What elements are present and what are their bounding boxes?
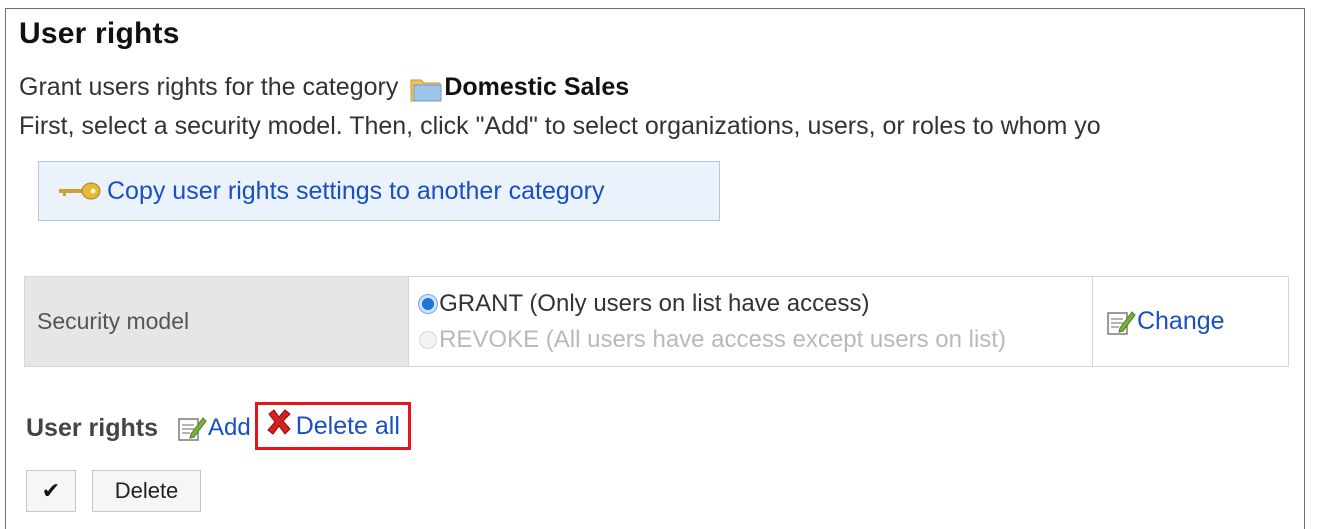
grant-radio[interactable] xyxy=(419,294,438,313)
delete-all-label: Delete all xyxy=(295,411,400,440)
folder-icon xyxy=(410,76,442,102)
add-link-label: Add xyxy=(207,414,251,441)
revoke-option: REVOKE (All users have access except use… xyxy=(419,322,1092,358)
page-title: User rights xyxy=(19,17,180,50)
user-rights-heading: User rights xyxy=(26,413,158,442)
grant-option[interactable]: GRANT (Only users on list have access) xyxy=(419,286,1092,322)
category-name: Domestic Sales xyxy=(444,73,630,101)
grant-option-label: GRANT (Only users on list have access) xyxy=(439,289,870,317)
security-model-table: Security model GRANT (Only users on list… xyxy=(23,276,1290,367)
user-rights-toolbar: User rights Add Delete all xyxy=(26,402,411,452)
security-model-label: Security model xyxy=(23,276,410,367)
x-icon xyxy=(266,409,291,435)
edit-icon xyxy=(178,417,207,441)
instructions-text: First, select a security model. Then, cl… xyxy=(19,112,1101,140)
check-all-button[interactable]: ✔ xyxy=(26,470,76,512)
key-icon xyxy=(59,182,101,200)
delete-all-link[interactable]: Delete all xyxy=(254,402,411,450)
copy-user-rights-button[interactable]: Copy user rights settings to another cat… xyxy=(38,161,720,221)
copy-user-rights-label: Copy user rights settings to another cat… xyxy=(107,176,605,205)
delete-button[interactable]: Delete xyxy=(92,470,201,512)
intro-text: Grant users rights for the category xyxy=(19,73,399,101)
change-link-label: Change xyxy=(1136,307,1225,335)
add-link[interactable]: Add xyxy=(176,414,251,442)
security-model-options: GRANT (Only users on list have access) R… xyxy=(408,276,1093,367)
revoke-radio xyxy=(419,330,438,349)
content-panel: User rights Grant users rights for the c… xyxy=(5,8,1305,529)
change-link[interactable]: Change xyxy=(1105,307,1288,336)
edit-icon xyxy=(1107,310,1136,335)
intro-line: Grant users rights for the category Dome… xyxy=(19,73,629,102)
revoke-option-label: REVOKE (All users have access except use… xyxy=(439,325,1006,353)
change-cell: Change xyxy=(1091,276,1290,367)
